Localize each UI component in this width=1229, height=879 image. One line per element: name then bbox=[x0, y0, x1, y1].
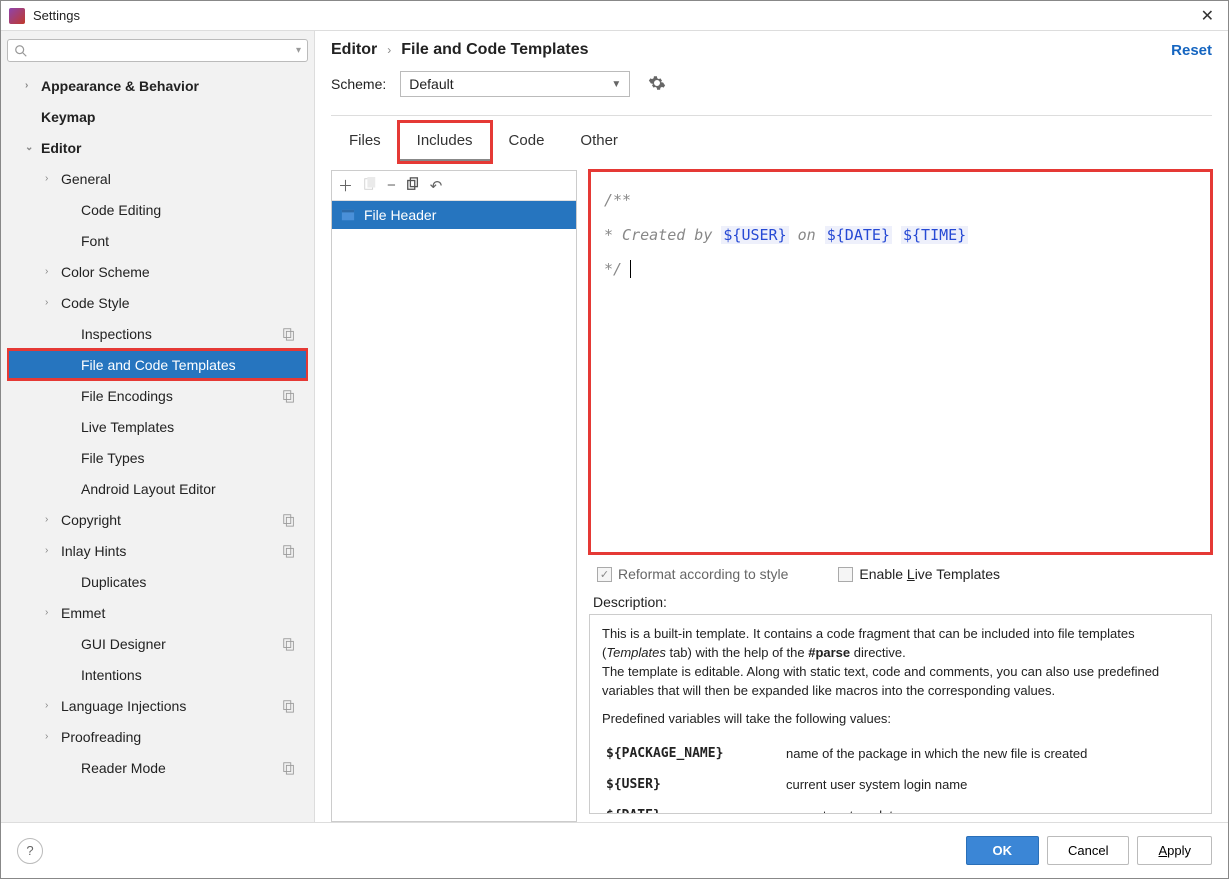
chevron-icon: › bbox=[45, 607, 59, 618]
tree-item-inspections[interactable]: Inspections bbox=[7, 318, 308, 349]
tree-item-file-encodings[interactable]: File Encodings bbox=[7, 380, 308, 411]
search-field[interactable]: ▾ bbox=[7, 39, 308, 62]
tree-item-reader-mode[interactable]: Reader Mode bbox=[7, 752, 308, 783]
sidebar: ▾ ›Appearance & BehaviorKeymap⌄Editor›Ge… bbox=[1, 31, 315, 822]
description-box[interactable]: This is a built-in template. It contains… bbox=[589, 614, 1212, 814]
apply-button[interactable]: Apply bbox=[1137, 836, 1212, 865]
chevron-icon: › bbox=[45, 700, 59, 711]
search-icon bbox=[14, 44, 28, 58]
tab-other[interactable]: Other bbox=[562, 122, 636, 162]
scheme-row: Scheme: Default ▼ bbox=[331, 71, 1212, 107]
search-input[interactable] bbox=[32, 43, 296, 58]
chevron-icon: › bbox=[45, 173, 59, 184]
checkbox-icon[interactable] bbox=[838, 567, 853, 582]
includes-list[interactable]: File Header bbox=[332, 201, 576, 821]
breadcrumb: Editor › File and Code Templates Reset bbox=[331, 41, 1212, 59]
right-panel: /** * Created by ${USER} on ${DATE} ${TI… bbox=[589, 170, 1212, 822]
tree-item-code-editing[interactable]: Code Editing bbox=[7, 194, 308, 225]
tree-item-file-and-code-templates[interactable]: File and Code Templates bbox=[7, 349, 308, 380]
app-icon bbox=[9, 8, 25, 24]
close-icon[interactable]: ✕ bbox=[1195, 6, 1220, 26]
tree-item-code-style[interactable]: ›Code Style bbox=[7, 287, 308, 318]
settings-tree[interactable]: ›Appearance & BehaviorKeymap⌄Editor›Gene… bbox=[7, 70, 308, 822]
tabbar: FilesIncludesCodeOther bbox=[331, 122, 1212, 162]
tree-item-color-scheme[interactable]: ›Color Scheme bbox=[7, 256, 308, 287]
list-item[interactable]: File Header bbox=[332, 201, 576, 229]
includes-list-panel: ＋ − ↶ File Header bbox=[331, 170, 577, 822]
scope-badge-icon bbox=[282, 389, 296, 403]
scope-badge-icon bbox=[282, 513, 296, 527]
tree-item-live-templates[interactable]: Live Templates bbox=[7, 411, 308, 442]
dropdown-icon[interactable]: ▾ bbox=[296, 45, 301, 56]
tree-item-inlay-hints[interactable]: ›Inlay Hints bbox=[7, 535, 308, 566]
revert-icon[interactable]: ↶ bbox=[430, 177, 443, 195]
scope-badge-icon bbox=[282, 699, 296, 713]
template-editor[interactable]: /** * Created by ${USER} on ${DATE} ${TI… bbox=[589, 170, 1212, 554]
help-button[interactable]: ? bbox=[17, 838, 43, 864]
breadcrumb-root[interactable]: Editor bbox=[331, 41, 377, 59]
table-row: ${PACKAGE_NAME}name of the package in wh… bbox=[602, 739, 1199, 770]
remove-icon[interactable]: − bbox=[387, 177, 396, 194]
tab-includes[interactable]: Includes bbox=[399, 122, 491, 162]
add-icon[interactable]: ＋ bbox=[338, 175, 353, 196]
chevron-icon: ⌄ bbox=[25, 142, 39, 153]
scope-badge-icon bbox=[282, 761, 296, 775]
cursor bbox=[630, 260, 640, 278]
footer: ? OK Cancel Apply bbox=[1, 822, 1228, 878]
scope-badge-icon bbox=[282, 544, 296, 558]
chevron-icon: › bbox=[45, 297, 59, 308]
tree-item-intentions[interactable]: Intentions bbox=[7, 659, 308, 690]
scope-badge-icon bbox=[282, 327, 296, 341]
options-row: Reformat according to style Enable Live … bbox=[589, 554, 1212, 594]
tree-item-android-layout-editor[interactable]: Android Layout Editor bbox=[7, 473, 308, 504]
tree-item-file-types[interactable]: File Types bbox=[7, 442, 308, 473]
variables-table: ${PACKAGE_NAME}name of the package in wh… bbox=[602, 739, 1199, 814]
scheme-label: Scheme: bbox=[331, 76, 386, 92]
table-row: ${USER}current user system login name bbox=[602, 770, 1199, 801]
main-panel: Editor › File and Code Templates Reset S… bbox=[315, 31, 1228, 822]
chevron-icon: › bbox=[45, 266, 59, 277]
chevron-right-icon: › bbox=[387, 43, 391, 57]
tree-item-gui-designer[interactable]: GUI Designer bbox=[7, 628, 308, 659]
tree-item-emmet[interactable]: ›Emmet bbox=[7, 597, 308, 628]
tab-code[interactable]: Code bbox=[491, 122, 563, 162]
file-icon bbox=[340, 208, 356, 222]
table-row: ${DATE}current system date bbox=[602, 801, 1199, 814]
cancel-button[interactable]: Cancel bbox=[1047, 836, 1129, 865]
gear-icon[interactable] bbox=[648, 74, 666, 95]
breadcrumb-current: File and Code Templates bbox=[401, 41, 588, 59]
tree-item-duplicates[interactable]: Duplicates bbox=[7, 566, 308, 597]
scope-badge-icon bbox=[282, 637, 296, 651]
chevron-down-icon: ▼ bbox=[611, 79, 621, 90]
tree-item-copyright[interactable]: ›Copyright bbox=[7, 504, 308, 535]
tree-item-appearance-behavior[interactable]: ›Appearance & Behavior bbox=[7, 70, 308, 101]
reset-link[interactable]: Reset bbox=[1171, 42, 1212, 59]
tree-item-keymap[interactable]: Keymap bbox=[7, 101, 308, 132]
window-title: Settings bbox=[33, 8, 1195, 23]
tree-item-editor[interactable]: ⌄Editor bbox=[7, 132, 308, 163]
tree-item-proofreading[interactable]: ›Proofreading bbox=[7, 721, 308, 752]
tab-files[interactable]: Files bbox=[331, 122, 399, 162]
description-label: Description: bbox=[593, 594, 1212, 610]
reformat-checkbox: Reformat according to style bbox=[597, 566, 788, 582]
create-from-template-icon bbox=[363, 177, 377, 195]
list-toolbar: ＋ − ↶ bbox=[332, 171, 576, 201]
tree-item-font[interactable]: Font bbox=[7, 225, 308, 256]
chevron-icon: › bbox=[45, 514, 59, 525]
chevron-icon: › bbox=[45, 731, 59, 742]
enable-live-templates-checkbox[interactable]: Enable Live Templates bbox=[838, 566, 1000, 582]
titlebar: Settings ✕ bbox=[1, 1, 1228, 31]
tree-item-general[interactable]: ›General bbox=[7, 163, 308, 194]
scheme-select[interactable]: Default ▼ bbox=[400, 71, 630, 97]
checkbox-icon bbox=[597, 567, 612, 582]
copy-icon[interactable] bbox=[406, 177, 420, 195]
ok-button[interactable]: OK bbox=[966, 836, 1040, 865]
tree-item-language-injections[interactable]: ›Language Injections bbox=[7, 690, 308, 721]
chevron-icon: › bbox=[45, 545, 59, 556]
chevron-icon: › bbox=[25, 80, 39, 91]
